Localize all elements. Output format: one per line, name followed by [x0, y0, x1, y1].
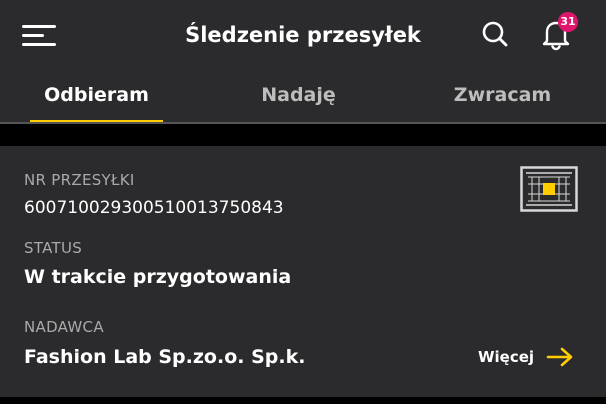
tab-bar: Odbieram Nadaję Zwracam: [0, 72, 606, 124]
app-header: Śledzenie przesyłek 31 Odbieram Nadaję Z…: [0, 0, 606, 124]
menu-icon-line-3: [22, 43, 56, 46]
page-title: Śledzenie przesyłek: [185, 23, 421, 47]
tab-bar-divider: [0, 122, 606, 124]
tab-nadaje[interactable]: Nadaję: [232, 72, 365, 124]
more-link-label: Więcej: [478, 348, 535, 366]
tab-odbieram[interactable]: Odbieram: [30, 72, 163, 124]
more-link[interactable]: Więcej: [478, 344, 574, 370]
shipment-number-label: NR PRZESYŁKI: [24, 171, 135, 189]
sender-label: NADAWCA: [24, 318, 104, 336]
status-label: STATUS: [24, 239, 83, 257]
sender-value: Fashion Lab Sp.zo.o. Sp.k.: [24, 346, 306, 368]
arrow-right-icon: [546, 347, 573, 367]
search-icon: [482, 21, 508, 47]
menu-icon-line-1: [22, 25, 56, 28]
notifications-badge: 31: [558, 12, 578, 32]
tab-zwracam[interactable]: Zwracam: [436, 72, 569, 124]
shipment-card[interactable]: NR PRZESYŁKI 600710029300510013750843 ST…: [0, 146, 606, 397]
shipment-number: 600710029300510013750843: [24, 198, 284, 218]
qr-code-button[interactable]: [520, 166, 578, 212]
search-button[interactable]: [480, 19, 510, 49]
qr-code-icon: [520, 166, 578, 212]
menu-icon-line-2: [22, 34, 44, 37]
menu-button[interactable]: [22, 20, 62, 50]
status-value: W trakcie przygotowania: [24, 266, 292, 288]
